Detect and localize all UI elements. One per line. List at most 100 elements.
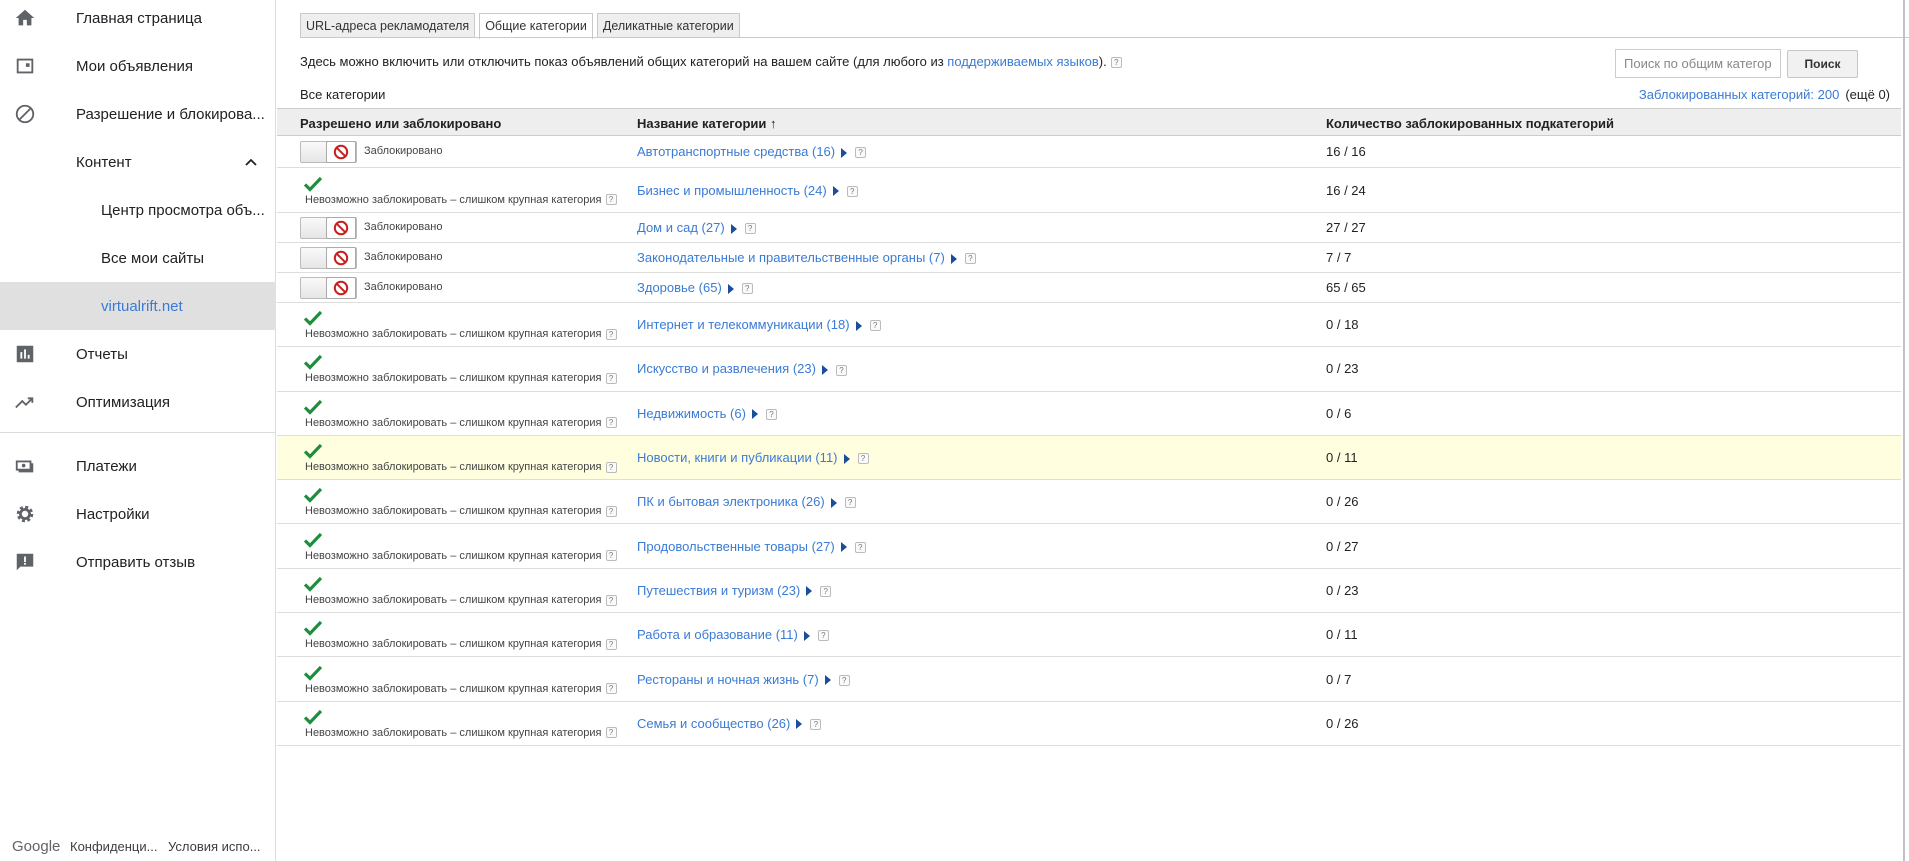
sidebar-item-reports[interactable]: Отчеты [0, 330, 276, 378]
help-icon[interactable]: ? [605, 505, 617, 517]
help-icon[interactable]: ? [605, 638, 617, 650]
sidebar-item-content[interactable]: Контент [0, 138, 276, 186]
category-name[interactable]: Рестораны и ночная жизнь (7)? [637, 672, 850, 687]
help-icon[interactable]: ? [844, 497, 856, 509]
supported-languages-link[interactable]: поддерживаемых языков [947, 54, 1099, 69]
help-icon[interactable]: ? [744, 223, 756, 235]
category-name[interactable]: Искусство и развлечения (23)? [637, 361, 847, 376]
help-icon[interactable]: ? [846, 185, 858, 197]
sidebar-item-home[interactable]: Главная страница [0, 0, 276, 42]
sidebar-item-label: Отчеты [76, 345, 128, 363]
expand-arrow-icon[interactable] [841, 147, 848, 158]
category-name[interactable]: Работа и образование (11)? [637, 627, 829, 642]
help-icon[interactable]: ? [741, 283, 753, 295]
sidebar-item-optimization[interactable]: Оптимизация [0, 378, 276, 426]
privacy-link[interactable]: Конфиденци... [70, 839, 157, 854]
scrollbar[interactable] [1901, 0, 1909, 861]
help-icon[interactable]: ? [605, 373, 617, 385]
category-name[interactable]: Интернет и телекоммуникации (18)? [637, 317, 881, 332]
sidebar-item-ad-review[interactable]: Центр просмотра объ... [0, 186, 276, 234]
category-name[interactable]: Недвижимость (6)? [637, 406, 777, 421]
help-icon[interactable]: ? [605, 417, 617, 429]
expand-arrow-icon[interactable] [950, 253, 957, 264]
expand-arrow-icon[interactable] [751, 409, 758, 420]
column-category-name[interactable]: Название категории ↑ [637, 116, 777, 131]
category-name[interactable]: Здоровье (65)? [637, 280, 753, 295]
help-icon[interactable]: ? [854, 541, 866, 553]
category-name-text: Путешествия и туризм (23) [637, 582, 801, 598]
category-name[interactable]: ПК и бытовая электроника (26)? [637, 494, 856, 509]
expand-arrow-icon[interactable] [727, 283, 734, 294]
category-name[interactable]: Новости, книги и публикации (11)? [637, 450, 869, 465]
tab-advertiser-urls[interactable]: URL-адреса рекламодателя [300, 13, 476, 38]
expand-arrow-icon[interactable] [730, 223, 737, 234]
category-name[interactable]: Продовольственные товары (27)? [637, 539, 866, 554]
help-icon[interactable]: ? [817, 630, 829, 642]
tab-general-categories[interactable]: Общие категории [479, 13, 593, 39]
block-toggle[interactable] [300, 247, 357, 269]
search-button[interactable]: Поиск [1787, 50, 1858, 78]
category-name[interactable]: Бизнес и промышленность (24)? [637, 183, 858, 198]
category-name[interactable]: Дом и сад (27)? [637, 220, 756, 235]
category-search-input[interactable] [1615, 49, 1781, 78]
block-toggle[interactable] [300, 277, 357, 299]
status-label: Невозможно заблокировать – слишком крупн… [305, 194, 617, 206]
expand-arrow-icon[interactable] [855, 320, 862, 331]
block-toggle[interactable] [300, 217, 357, 239]
help-icon[interactable]: ? [810, 718, 822, 730]
sort-arrow-icon: ↑ [770, 116, 777, 131]
help-icon[interactable]: ? [605, 461, 617, 473]
table-row: Заблокировано Автотранспортные средства … [277, 136, 1901, 168]
help-icon[interactable]: ? [964, 253, 976, 265]
help-icon[interactable]: ? [605, 727, 617, 739]
status-label-text: Невозможно заблокировать – слишком крупн… [305, 372, 602, 385]
table-row: Невозможно заблокировать – слишком крупн… [277, 702, 1901, 746]
sidebar-item-site[interactable]: virtualrift.net [0, 282, 276, 330]
sidebar-item-payments[interactable]: Платежи [0, 442, 276, 490]
blocked-summary: Заблокированных категорий: 200 (ещё 0) [1639, 87, 1890, 102]
expand-arrow-icon[interactable] [843, 453, 850, 464]
expand-arrow-icon[interactable] [803, 630, 810, 641]
category-name[interactable]: Законодательные и правительственные орга… [637, 250, 976, 265]
expand-arrow-icon[interactable] [821, 365, 828, 375]
blocked-categories-link[interactable]: Заблокированных категорий: 200 [1639, 87, 1839, 102]
expand-arrow-icon[interactable] [796, 719, 803, 730]
sidebar-item-all-sites[interactable]: Все мои сайты [0, 234, 276, 282]
expand-arrow-icon[interactable] [830, 497, 837, 508]
help-icon[interactable]: ? [605, 594, 617, 606]
expand-arrow-icon[interactable] [824, 675, 831, 686]
sidebar-item-label: Центр просмотра объ... [101, 201, 265, 219]
sidebar-item-feedback[interactable]: Отправить отзыв [0, 538, 276, 586]
help-icon[interactable]: ? [1110, 57, 1122, 69]
sidebar-item-label: Платежи [76, 457, 137, 475]
category-name[interactable]: Автотранспортные средства (16)? [637, 144, 867, 159]
help-icon[interactable]: ? [838, 674, 850, 686]
block-toggle[interactable] [300, 141, 357, 163]
blocked-count: 0 / 6 [1326, 405, 1352, 421]
help-icon[interactable]: ? [820, 585, 832, 597]
sidebar-item-settings[interactable]: Настройки [0, 490, 276, 538]
help-icon[interactable]: ? [869, 320, 881, 332]
help-icon[interactable]: ? [605, 194, 617, 206]
terms-link[interactable]: Условия испо... [168, 839, 261, 854]
category-name[interactable]: Путешествия и туризм (23)? [637, 582, 832, 598]
sidebar-item-ads[interactable]: Мои объявления [0, 42, 276, 90]
sidebar-item-label: Главная страница [76, 9, 202, 27]
expand-arrow-icon[interactable] [806, 586, 813, 597]
checkmark-icon [304, 621, 322, 637]
help-icon[interactable]: ? [605, 550, 617, 562]
sidebar-item-allow-block[interactable]: Разрешение и блокирова... [0, 90, 276, 138]
help-icon[interactable]: ? [857, 453, 869, 465]
help-icon[interactable]: ? [605, 683, 617, 695]
expand-arrow-icon[interactable] [840, 542, 847, 553]
category-name[interactable]: Семья и сообщество (26)? [637, 716, 822, 731]
expand-arrow-icon[interactable] [832, 186, 839, 197]
category-name-text: Новости, книги и публикации (11) [637, 450, 838, 466]
category-name-text: Дом и сад (27) [637, 220, 725, 235]
help-icon[interactable]: ? [835, 364, 847, 376]
help-icon[interactable]: ? [765, 408, 777, 420]
chevron-up-icon[interactable] [243, 154, 259, 170]
help-icon[interactable]: ? [605, 328, 617, 340]
tab-sensitive-categories[interactable]: Деликатные категории [596, 13, 740, 38]
help-icon[interactable]: ? [855, 147, 867, 159]
